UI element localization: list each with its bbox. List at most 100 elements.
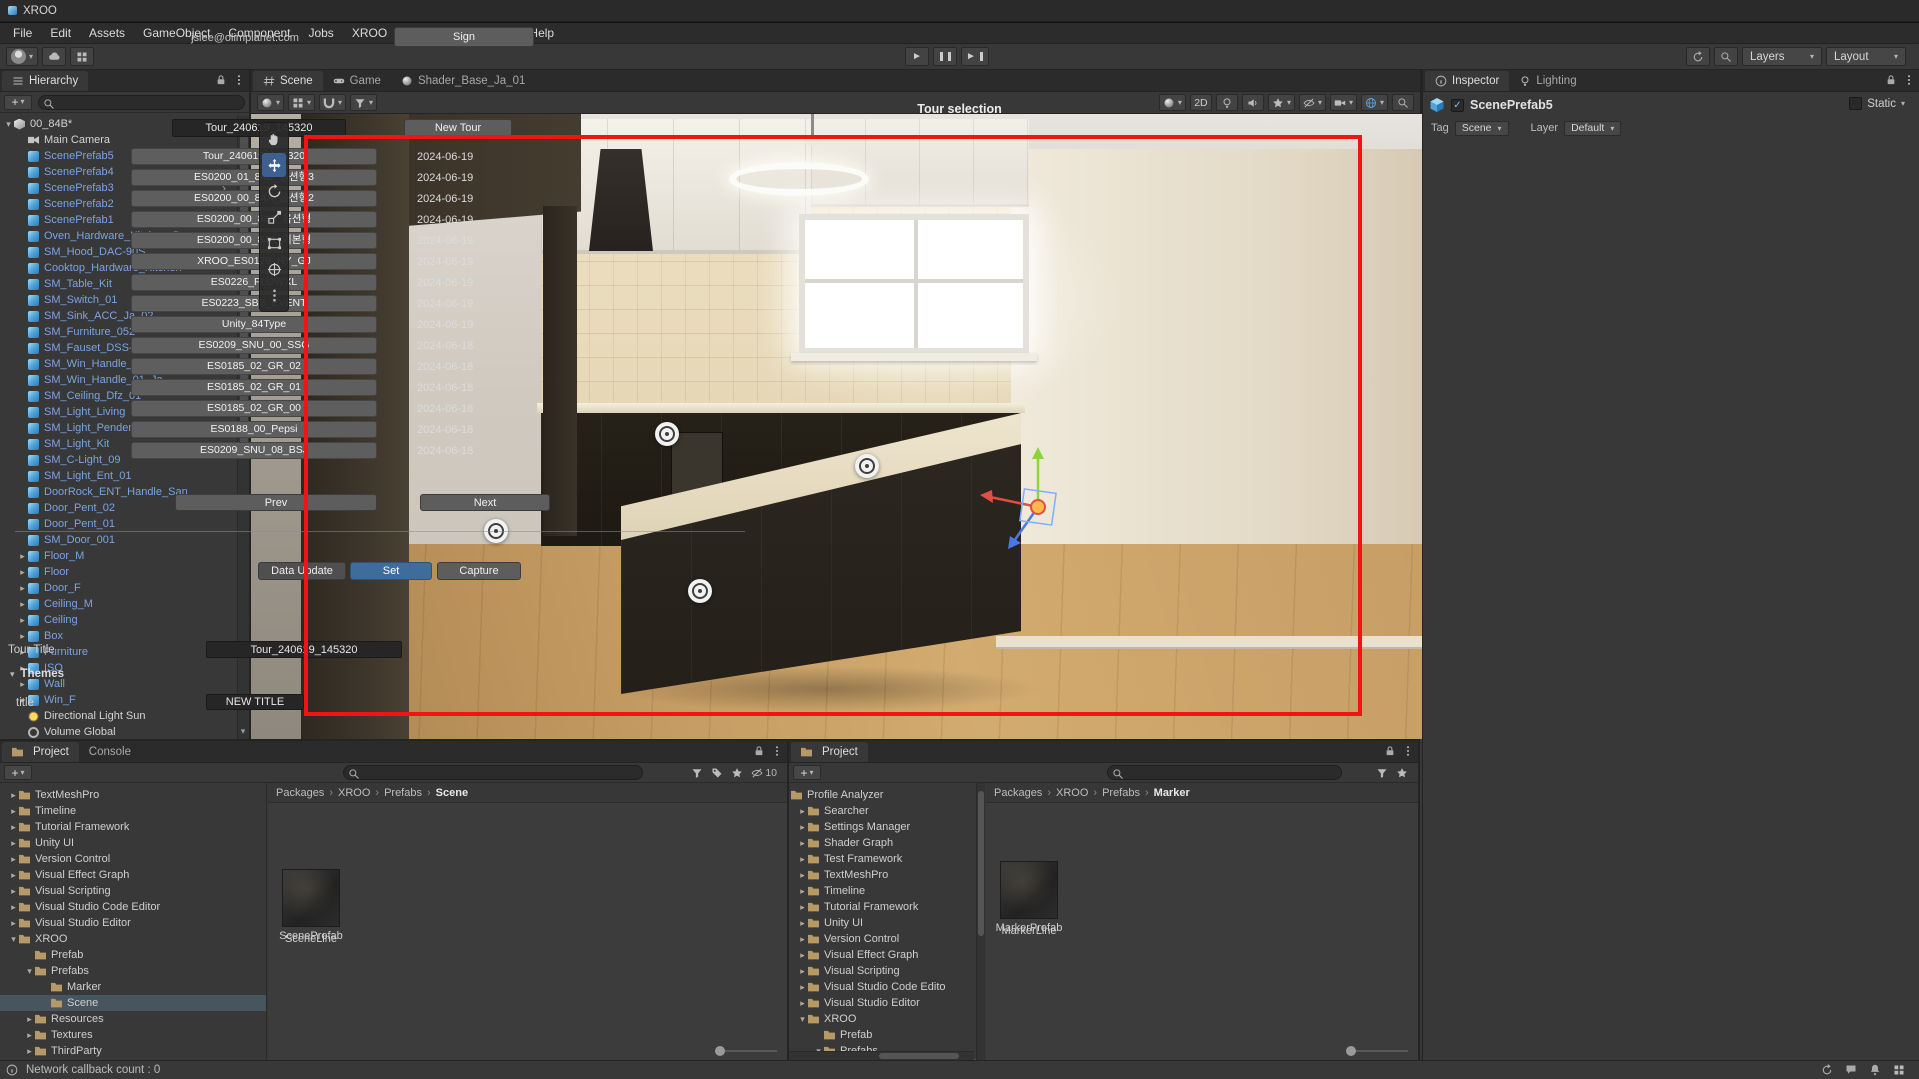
expand-triangle-icon[interactable] [797, 1014, 808, 1025]
view-tool-button[interactable] [262, 127, 286, 151]
tree-horizontal-scrollbar[interactable] [789, 1051, 974, 1060]
folder-tree-item[interactable]: Visual Scripting [0, 883, 266, 899]
activity-icon[interactable] [1821, 1064, 1833, 1076]
lock-icon[interactable] [1885, 74, 1897, 86]
step-button[interactable]: ► [961, 47, 989, 66]
hierarchy-item[interactable]: Box [0, 628, 239, 644]
folder-tree-item[interactable]: Visual Effect Graph [789, 947, 984, 963]
breadcrumb-item[interactable]: Packages [276, 787, 338, 799]
asset-zoom-slider[interactable] [1348, 1050, 1408, 1052]
expand-triangle-icon[interactable] [8, 790, 19, 801]
expand-triangle-icon[interactable] [797, 886, 808, 897]
tab-project[interactable]: Project [2, 742, 79, 762]
project-search[interactable] [1107, 765, 1342, 780]
folder-tree-item[interactable]: Textures [0, 1027, 266, 1043]
hierarchy-item[interactable]: Directional Light Sun [0, 708, 239, 724]
hierarchy-item[interactable]: Door_Pent_01 [0, 516, 239, 532]
folder-tree-item[interactable]: Visual Studio Code Edito [789, 979, 984, 995]
services-button[interactable] [70, 47, 94, 66]
hidden-packages-count[interactable]: 10 [751, 767, 777, 779]
rotate-tool-button[interactable] [262, 179, 286, 203]
lock-icon[interactable] [753, 745, 765, 757]
menu-item[interactable]: File [4, 23, 41, 44]
folder-tree-item[interactable]: TextMeshPro [789, 867, 984, 883]
folder-tree-item[interactable]: ThirdParty [0, 1043, 266, 1059]
folder-tree-item[interactable]: Marker [0, 979, 266, 995]
panel-menu-icon[interactable] [233, 74, 245, 86]
expand-triangle-icon[interactable] [24, 1014, 35, 1025]
hierarchy-item[interactable]: Floor [0, 564, 239, 580]
expand-triangle-icon[interactable] [8, 918, 19, 929]
breadcrumb-item[interactable]: XROO [1056, 787, 1102, 799]
asset-item[interactable]: MarkerPrefab [986, 861, 1072, 934]
expand-triangle-icon[interactable] [8, 806, 19, 817]
favorites-icon[interactable] [731, 767, 743, 779]
breadcrumb-item[interactable]: Marker [1154, 787, 1200, 799]
asset-zoom-slider[interactable] [717, 1050, 777, 1052]
hierarchy-item[interactable]: Ceiling_M [0, 596, 239, 612]
tag-dropdown[interactable]: Scene▾ [1455, 121, 1509, 136]
expand-triangle-icon[interactable] [8, 886, 19, 897]
expand-triangle-icon[interactable] [17, 583, 28, 594]
folder-tree-item[interactable]: Tutorial Framework [789, 899, 984, 915]
hierarchy-item[interactable]: Volume Global [0, 724, 239, 739]
expand-triangle-icon[interactable] [797, 870, 808, 881]
folder-tree-item[interactable]: Test Framework [789, 851, 984, 867]
sign-button[interactable]: Sign [394, 27, 534, 47]
expand-triangle-icon[interactable] [797, 950, 808, 961]
move-tool-button[interactable] [262, 153, 286, 177]
hierarchy-item[interactable]: Ceiling [0, 612, 239, 628]
tab-shader[interactable]: Shader_Base_Ja_01 [391, 71, 535, 91]
panel-menu-icon[interactable] [1903, 74, 1915, 86]
tab-game[interactable]: Game [323, 71, 391, 91]
account-button[interactable]: ▾ [6, 47, 38, 66]
folder-tree-item[interactable]: Version Control [0, 851, 266, 867]
pause-button[interactable] [933, 47, 957, 66]
expand-triangle-icon[interactable] [17, 551, 28, 562]
expand-triangle-icon[interactable] [17, 615, 28, 626]
undo-history-button[interactable] [1686, 47, 1710, 66]
global-search-button[interactable] [1714, 47, 1738, 66]
hierarchy-item[interactable]: Floor_M [0, 548, 239, 564]
transform-tool-button[interactable] [262, 257, 286, 281]
lock-icon[interactable] [215, 74, 227, 86]
scene-viewport[interactable] [251, 114, 1422, 739]
menu-item[interactable]: Edit [41, 23, 80, 44]
layers-dropdown[interactable]: Layers▾ [1742, 47, 1822, 66]
folder-tree-item[interactable]: XROO [0, 931, 266, 947]
folder-tree-item[interactable]: Timeline [789, 883, 984, 899]
hierarchy-item[interactable]: Door_F [0, 580, 239, 596]
panel-menu-icon[interactable] [1402, 745, 1414, 757]
folder-tree-item[interactable]: Prefab [0, 947, 266, 963]
tree-vertical-scrollbar[interactable] [976, 783, 985, 1060]
expand-triangle-icon[interactable] [797, 966, 808, 977]
expand-triangle-icon[interactable] [17, 631, 28, 642]
folder-tree-item[interactable]: Prefab [789, 1027, 984, 1043]
breadcrumb-item[interactable]: XROO [338, 787, 384, 799]
cloud-button[interactable] [42, 47, 66, 66]
expand-triangle-icon[interactable] [797, 822, 808, 833]
project-search-input[interactable] [1126, 767, 1298, 779]
expand-triangle-icon[interactable] [8, 934, 19, 945]
expand-triangle-icon[interactable] [8, 854, 19, 865]
tab-scene[interactable]: Scene [253, 71, 323, 91]
layout-dropdown[interactable]: Layout▾ [1826, 47, 1906, 66]
project-search-input[interactable] [362, 767, 586, 779]
expand-triangle-icon[interactable] [8, 838, 19, 849]
expand-triangle-icon[interactable] [789, 790, 791, 801]
folder-tree-item[interactable]: Visual Studio Editor [789, 995, 984, 1011]
folder-tree-item[interactable]: XROO [789, 1011, 984, 1027]
expand-triangle-icon[interactable] [8, 902, 19, 913]
expand-triangle-icon[interactable] [797, 982, 808, 993]
expand-triangle-icon[interactable] [797, 918, 808, 929]
rect-tool-button[interactable] [262, 231, 286, 255]
folder-tree-item[interactable]: TextMeshPro [0, 787, 266, 803]
custom-tool-button[interactable] [262, 283, 286, 307]
folder-tree-item[interactable]: Visual Studio Code Editor [0, 899, 266, 915]
messages-icon[interactable] [1845, 1064, 1857, 1076]
folder-tree-item[interactable]: Visual Effect Graph [0, 867, 266, 883]
expand-triangle-icon[interactable] [797, 854, 808, 865]
search-by-label-icon[interactable] [711, 767, 723, 779]
folder-tree-item[interactable]: Visual Scripting [789, 963, 984, 979]
favorites-icon[interactable] [1396, 767, 1408, 779]
